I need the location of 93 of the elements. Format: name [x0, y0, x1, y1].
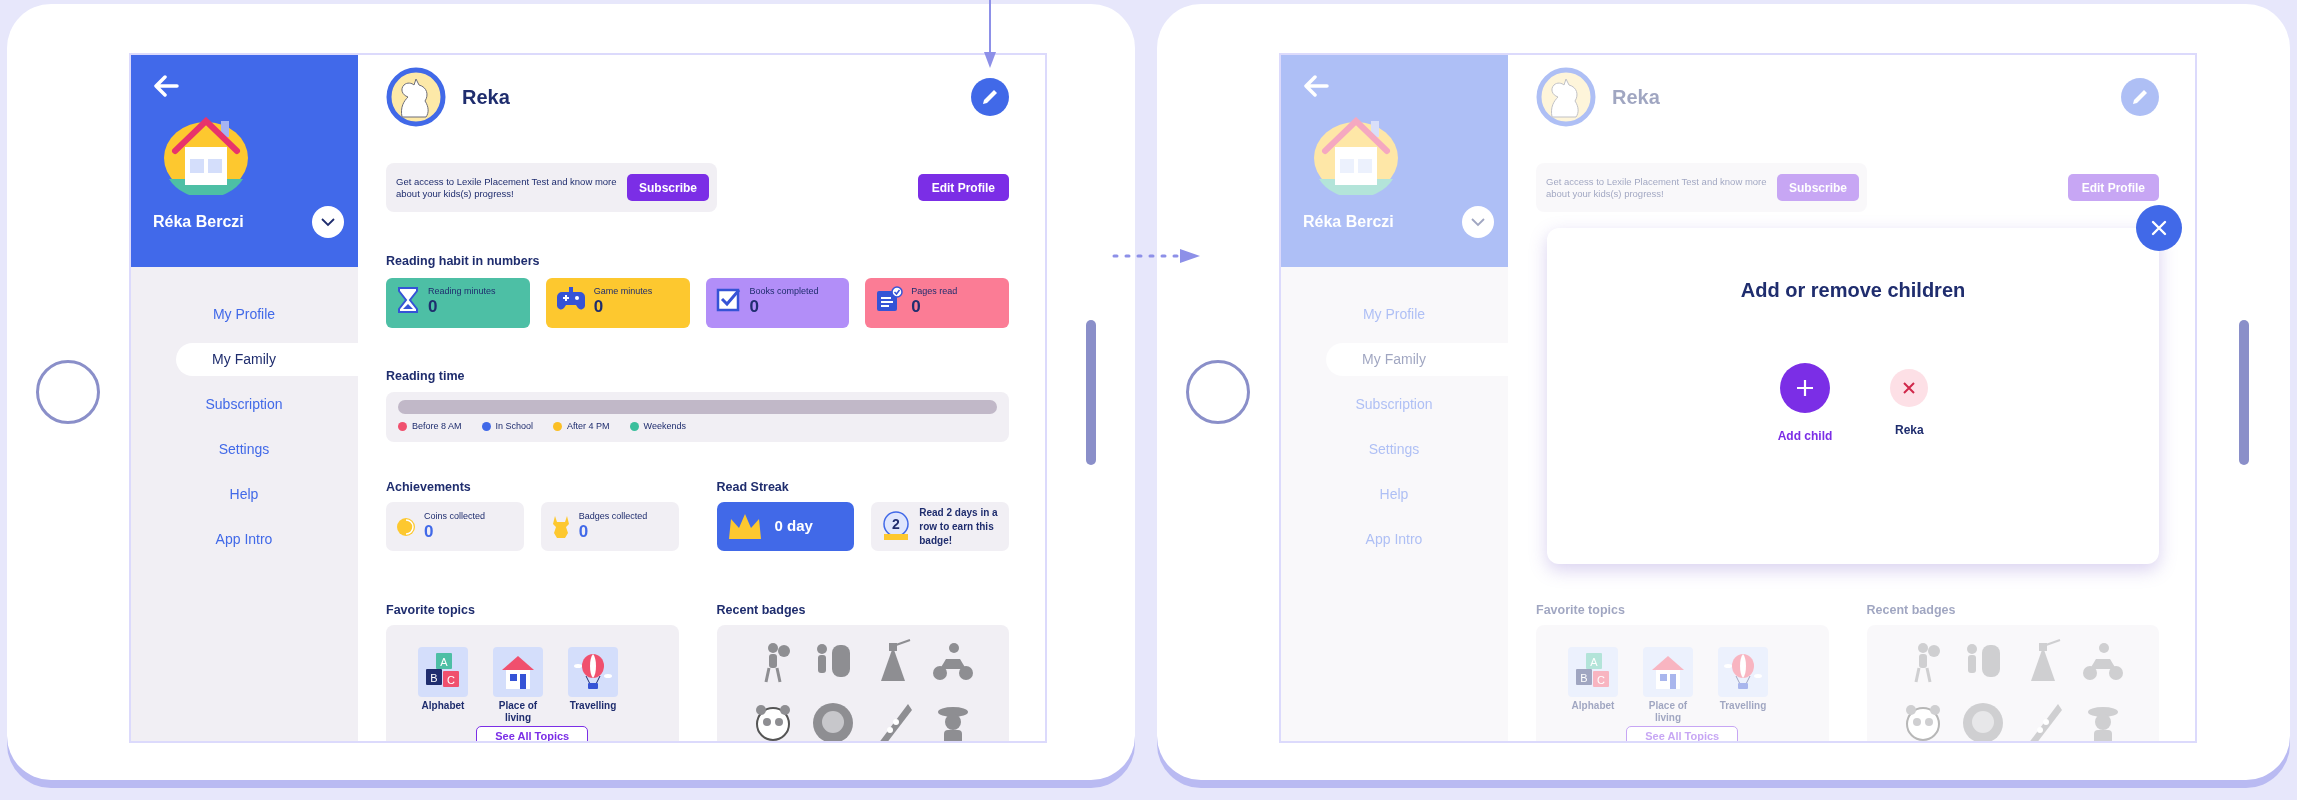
bunny-icon [550, 514, 571, 539]
profile-name: Réka Berczi [1303, 212, 1394, 232]
plus-icon [1795, 378, 1815, 398]
stat-value: 0 [593, 297, 605, 317]
topic-tile[interactable] [1718, 647, 1768, 697]
streak-badge-text: Read 2 days in a row to earn this badge! [919, 505, 999, 548]
avatar-icon [1536, 67, 1596, 127]
topic-label: Alphabet [420, 700, 466, 712]
legend-label: Weekends [643, 420, 686, 433]
menu-item[interactable]: My Family [1326, 343, 1508, 376]
menu-item[interactable]: Subscription [176, 388, 358, 421]
menu-item[interactable]: Settings [176, 433, 358, 466]
stat-label: Game minutes [593, 286, 653, 297]
block-letter: A [440, 655, 448, 668]
block-letter: C [447, 673, 455, 686]
section-title: Reading habit in numbers [386, 253, 541, 269]
legend-label: In School [495, 420, 534, 433]
add-child-button[interactable] [1780, 363, 1830, 413]
medal-number: 2 [892, 515, 901, 532]
pencil-icon [981, 88, 999, 106]
profile-name: Réka Berczi [153, 212, 244, 232]
child-name: Reka [462, 85, 510, 110]
hot-air-balloon-icon [573, 652, 613, 692]
house-avatar-icon [1313, 117, 1399, 195]
hot-air-balloon-icon [1723, 652, 1763, 692]
banner-text: Get access to Lexile Placement Test and know more about your kids(s) progress! [1546, 175, 1768, 200]
stat-label: Reading minutes [428, 286, 496, 297]
hourglass-icon [396, 286, 420, 314]
topic-label: Travelling [1718, 700, 1768, 712]
chevron-down-icon [1471, 217, 1485, 227]
stat-label: Books completed [749, 286, 819, 297]
crown-icon [726, 512, 763, 541]
section-title: Reading time [386, 368, 466, 384]
pencil-icon [2131, 88, 2149, 106]
section-title: Favorite topics [386, 602, 476, 618]
pointer-arrow [982, 0, 998, 68]
topic-tile[interactable] [568, 647, 618, 697]
document-check-icon [875, 286, 904, 312]
edit-profile-button[interactable]: Edit Profile [917, 174, 1009, 201]
back-arrow-icon [1303, 74, 1329, 97]
block-letter: B [430, 671, 438, 684]
stat-value: 0 [428, 297, 439, 317]
achievement-value: 0 [424, 522, 435, 542]
achievement-label: Badges collected [578, 511, 648, 522]
topic-label: Travelling [568, 700, 618, 712]
topic-tile[interactable]: A B C [1568, 647, 1618, 697]
legend-label: Before 8 AM [412, 420, 462, 433]
chevron-down-icon [321, 217, 335, 227]
banner-text: Get access to Lexile Placement Test and know more about your kids(s) progress! [396, 175, 618, 200]
section-title: Recent badges [1866, 602, 1957, 618]
back-arrow-icon [153, 74, 179, 97]
menu-item[interactable]: Help [176, 478, 358, 511]
menu-item[interactable]: My Profile [176, 298, 358, 331]
close-icon [1902, 381, 1917, 395]
edit-button[interactable] [971, 78, 1009, 116]
stat-value: 0 [911, 297, 922, 317]
topic-label: Place of living [497, 700, 539, 724]
topic-tile[interactable] [493, 647, 543, 697]
section-title: Recent badges [716, 602, 807, 618]
section-title: Read Streak [716, 479, 790, 495]
child-name: Reka [1895, 422, 1924, 439]
topic-label: Place of living [1647, 700, 1689, 724]
section-title: Favorite topics [1536, 602, 1626, 618]
close-button[interactable] [2136, 205, 2182, 251]
streak-count: 0 day [774, 516, 813, 537]
section-title: Achievements [386, 479, 472, 495]
block-letter: A [1590, 655, 1598, 668]
close-icon [2151, 220, 2167, 236]
add-child-label: Add child [1777, 428, 1833, 445]
legend-label: After 4 PM [567, 420, 610, 433]
coin-icon [396, 516, 416, 537]
topic-tile[interactable]: A B C [418, 647, 468, 697]
back-button[interactable] [153, 73, 179, 97]
topic-label: Alphabet [1570, 700, 1616, 712]
menu-item[interactable]: My Family [176, 343, 358, 376]
profile-dropdown-button[interactable] [312, 206, 344, 238]
block-letter: C [1597, 673, 1605, 686]
medal-icon [883, 510, 909, 540]
block-letter: B [1580, 671, 1588, 684]
child-name: Reka [1612, 85, 1660, 110]
stat-label: Pages read [911, 286, 958, 297]
subscribe-button[interactable]: Subscribe [626, 174, 709, 201]
achievement-label: Coins collected [424, 511, 486, 522]
achievement-value: 0 [578, 522, 590, 542]
stat-value: 0 [749, 297, 760, 317]
checkbox-icon [715, 286, 742, 312]
remove-child-button[interactable] [1890, 369, 1929, 407]
modal-title: Add or remove children [1739, 278, 1967, 303]
gamepad-icon [555, 286, 586, 312]
menu-item[interactable]: App Intro [176, 523, 358, 556]
topic-tile[interactable] [1643, 647, 1693, 697]
avatar-icon [386, 67, 446, 127]
house-avatar-icon [163, 117, 249, 195]
